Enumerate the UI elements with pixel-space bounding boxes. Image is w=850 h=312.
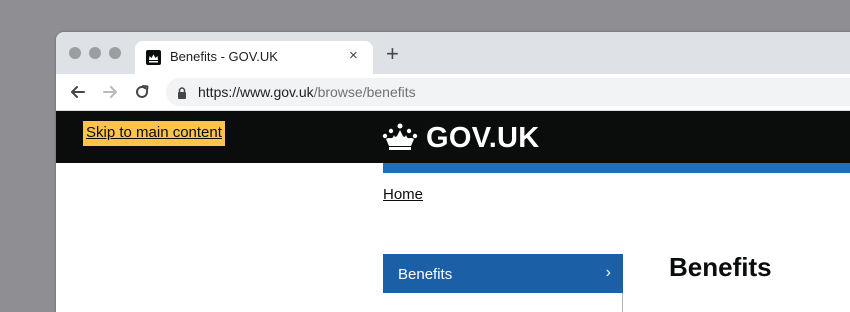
nav-column-divider [622, 293, 623, 312]
skip-to-main-content-link[interactable]: Skip to main content [83, 121, 225, 146]
url-text: https://www.gov.uk/browse/benefits [198, 84, 416, 100]
logo-text: GOV.UK [426, 122, 540, 154]
url-path: /browse/benefits [313, 84, 416, 100]
window-zoom-control[interactable] [109, 47, 121, 59]
breadcrumb-home-link[interactable]: Home [383, 186, 423, 203]
new-tab-button[interactable]: + [386, 43, 399, 65]
tab-strip: Benefits - GOV.UK × + [56, 32, 850, 74]
govuk-header: Skip to main content GOV.UK [56, 111, 850, 163]
lock-icon [177, 86, 187, 99]
browser-tab[interactable]: Benefits - GOV.UK × [135, 41, 373, 74]
address-bar[interactable]: https://www.gov.uk/browse/benefits [166, 78, 850, 106]
nav-item-benefits[interactable]: Benefits › [383, 254, 623, 293]
browser-toolbar: https://www.gov.uk/browse/benefits [56, 74, 850, 111]
window-minimize-control[interactable] [89, 47, 101, 59]
nav-item-label: Benefits [398, 266, 453, 283]
chevron-right-icon: › [605, 264, 611, 281]
reload-icon[interactable] [132, 82, 152, 102]
crown-icon [382, 122, 418, 157]
tab-close-icon[interactable]: × [349, 47, 358, 65]
page-title: Benefits [669, 252, 772, 282]
forward-arrow-icon[interactable] [100, 82, 120, 102]
window-close-control[interactable] [69, 47, 81, 59]
url-host: https://www.gov.uk [198, 84, 314, 100]
govuk-crown-favicon-icon [146, 50, 161, 65]
tab-title: Benefits - GOV.UK [170, 49, 278, 64]
back-arrow-icon[interactable] [68, 82, 88, 102]
browser-window: Benefits - GOV.UK × + https://www.gov.uk… [56, 32, 850, 312]
header-accent-bar [383, 163, 850, 173]
